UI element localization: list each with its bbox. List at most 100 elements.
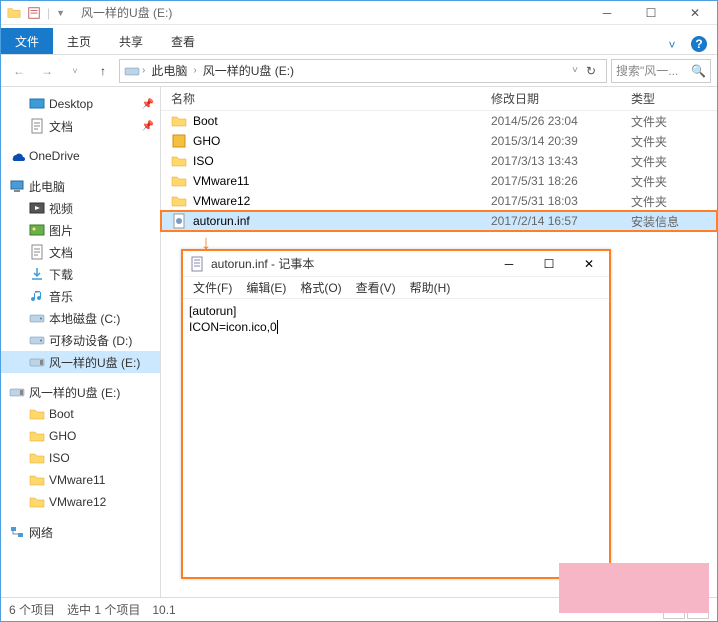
file-date: 2017/5/31 18:03 xyxy=(491,194,631,208)
notepad-close-button[interactable]: ✕ xyxy=(569,251,609,277)
chevron-right-icon[interactable]: › xyxy=(193,65,196,76)
properties-icon[interactable] xyxy=(27,6,41,20)
qat-dropdown-icon[interactable]: ▼ xyxy=(56,8,65,18)
qat-divider: | xyxy=(47,6,50,20)
file-name: ISO xyxy=(193,154,214,168)
minimize-button[interactable]: ─ xyxy=(585,1,629,25)
tree-pc-3[interactable]: 下载 xyxy=(1,263,160,285)
ribbon-tab-home[interactable]: 主页 xyxy=(53,28,105,54)
tree-usb-3[interactable]: VMware11 xyxy=(1,469,160,491)
file-date: 2014/5/26 23:04 xyxy=(491,114,631,128)
ribbon-expand-icon[interactable]: ˅ xyxy=(663,36,681,54)
file-name: GHO xyxy=(193,134,220,148)
tree-thispc[interactable]: 此电脑 xyxy=(1,175,160,197)
address-bar: ← → ˅ ↑ › 此电脑 › 风一样的U盘 (E:) ˅ ↻ 搜索"风一...… xyxy=(1,55,717,87)
chevron-right-icon[interactable]: › xyxy=(142,65,145,76)
address-dropdown-icon[interactable]: ˅ xyxy=(572,65,578,76)
file-date: 2017/2/14 16:57 xyxy=(491,214,631,228)
maximize-button[interactable]: ☐ xyxy=(629,1,673,25)
status-size: 10.1 xyxy=(152,603,175,617)
notepad-minimize-button[interactable]: ─ xyxy=(489,251,529,277)
tree-pc-1[interactable]: 图片 xyxy=(1,219,160,241)
tree-pc-6[interactable]: 可移动设备 (D:) xyxy=(1,329,160,351)
file-name: Boot xyxy=(193,114,218,128)
tree-pc-4[interactable]: 音乐 xyxy=(1,285,160,307)
tree-pc-0[interactable]: 视频 xyxy=(1,197,160,219)
tree-onedrive[interactable]: OneDrive xyxy=(1,145,160,167)
help-icon[interactable]: ? xyxy=(691,36,707,52)
notepad-window: autorun.inf - 记事本 ─ ☐ ✕ 文件(F) 编辑(E) 格式(O… xyxy=(181,249,611,579)
tree-usb-1[interactable]: GHO xyxy=(1,425,160,447)
nav-tree[interactable]: Desktop📌文档📌 OneDrive 此电脑视频图片文档下载音乐本地磁盘 (C:… xyxy=(1,87,161,613)
ribbon-file-tab[interactable]: 文件 xyxy=(1,28,53,54)
notepad-titlebar[interactable]: autorun.inf - 记事本 ─ ☐ ✕ xyxy=(183,251,609,277)
tree-usb-4[interactable]: VMware12 xyxy=(1,491,160,513)
file-type: 安装信息 xyxy=(631,213,679,230)
drive-icon xyxy=(124,63,140,79)
pin-icon: 📌 xyxy=(142,121,154,132)
tree-pc-7[interactable]: 风一样的U盘 (E:) xyxy=(1,351,160,373)
tree-pc-2[interactable]: 文档 xyxy=(1,241,160,263)
column-headers[interactable]: 名称 修改日期 类型 xyxy=(161,87,717,111)
file-name: VMware11 xyxy=(193,174,249,188)
up-button[interactable]: ↑ xyxy=(91,59,115,83)
file-type: 文件夹 xyxy=(631,133,667,150)
refresh-button[interactable]: ↻ xyxy=(580,64,602,78)
tree-quick-1[interactable]: 文档📌 xyxy=(1,115,160,137)
crumb-thispc[interactable]: 此电脑 xyxy=(147,62,191,79)
tree-usb-0[interactable]: Boot xyxy=(1,403,160,425)
crumb-current[interactable]: 风一样的U盘 (E:) xyxy=(199,62,298,79)
file-date: 2017/3/13 13:43 xyxy=(491,154,631,168)
file-row-4[interactable]: VMware12 2017/5/31 18:03 文件夹 xyxy=(161,191,717,211)
file-type: 文件夹 xyxy=(631,173,667,190)
search-input[interactable]: 搜索"风一... 🔍 xyxy=(611,59,711,83)
ribbon-tab-view[interactable]: 查看 xyxy=(157,28,209,54)
notepad-menubar: 文件(F) 编辑(E) 格式(O) 查看(V) 帮助(H) xyxy=(183,277,609,299)
search-placeholder: 搜索"风一... xyxy=(616,62,678,79)
menu-view[interactable]: 查看(V) xyxy=(350,277,402,298)
overlay-watermark xyxy=(559,563,709,613)
menu-format[interactable]: 格式(O) xyxy=(294,277,347,298)
status-selected: 选中 1 个项目 xyxy=(67,601,140,618)
back-button[interactable]: ← xyxy=(7,59,31,83)
menu-file[interactable]: 文件(F) xyxy=(187,277,238,298)
notepad-maximize-button[interactable]: ☐ xyxy=(529,251,569,277)
notepad-title: autorun.inf - 记事本 xyxy=(211,255,314,272)
file-list[interactable]: 名称 修改日期 类型 Boot 2014/5/26 23:04 文件夹 GHO … xyxy=(161,87,717,613)
search-icon: 🔍 xyxy=(691,64,706,78)
tree-usb-root[interactable]: 风一样的U盘 (E:) xyxy=(1,381,160,403)
file-name: VMware12 xyxy=(193,194,250,208)
file-row-2[interactable]: ISO 2017/3/13 13:43 文件夹 xyxy=(161,151,717,171)
folder-icon xyxy=(7,6,21,20)
file-type: 文件夹 xyxy=(631,153,667,170)
menu-edit[interactable]: 编辑(E) xyxy=(240,277,292,298)
tree-usb-2[interactable]: ISO xyxy=(1,447,160,469)
window-title: 风一样的U盘 (E:) xyxy=(81,4,172,21)
file-type: 文件夹 xyxy=(631,193,667,210)
forward-button: → xyxy=(35,59,59,83)
file-type: 文件夹 xyxy=(631,113,667,130)
file-row-1[interactable]: GHO 2015/3/14 20:39 文件夹 xyxy=(161,131,717,151)
tree-quick-0[interactable]: Desktop📌 xyxy=(1,93,160,115)
file-date: 2015/3/14 20:39 xyxy=(491,134,631,148)
tree-network[interactable]: 网络 xyxy=(1,521,160,543)
notepad-text-area[interactable]: [autorun] ICON=icon.ico,0 xyxy=(183,299,609,339)
menu-help[interactable]: 帮助(H) xyxy=(404,277,457,298)
file-row-3[interactable]: VMware11 2017/5/31 18:26 文件夹 xyxy=(161,171,717,191)
ribbon-tab-share[interactable]: 共享 xyxy=(105,28,157,54)
breadcrumb[interactable]: › 此电脑 › 风一样的U盘 (E:) ˅ ↻ xyxy=(119,59,607,83)
file-row-0[interactable]: Boot 2014/5/26 23:04 文件夹 xyxy=(161,111,717,131)
pin-icon: 📌 xyxy=(142,99,154,110)
file-date: 2017/5/31 18:26 xyxy=(491,174,631,188)
recent-dropdown[interactable]: ˅ xyxy=(63,59,87,83)
file-name: autorun.inf xyxy=(193,214,250,228)
tree-pc-5[interactable]: 本地磁盘 (C:) xyxy=(1,307,160,329)
col-type[interactable]: 类型 xyxy=(631,90,717,107)
notepad-icon xyxy=(189,256,205,272)
file-row-5[interactable]: autorun.inf 2017/2/14 16:57 安装信息 xyxy=(161,211,717,231)
col-name[interactable]: 名称 xyxy=(161,90,491,107)
close-button[interactable]: ✕ xyxy=(673,1,717,25)
status-count: 6 个项目 xyxy=(9,601,55,618)
window-titlebar: | ▼ 风一样的U盘 (E:) ─ ☐ ✕ xyxy=(1,1,717,25)
col-date[interactable]: 修改日期 xyxy=(491,90,631,107)
